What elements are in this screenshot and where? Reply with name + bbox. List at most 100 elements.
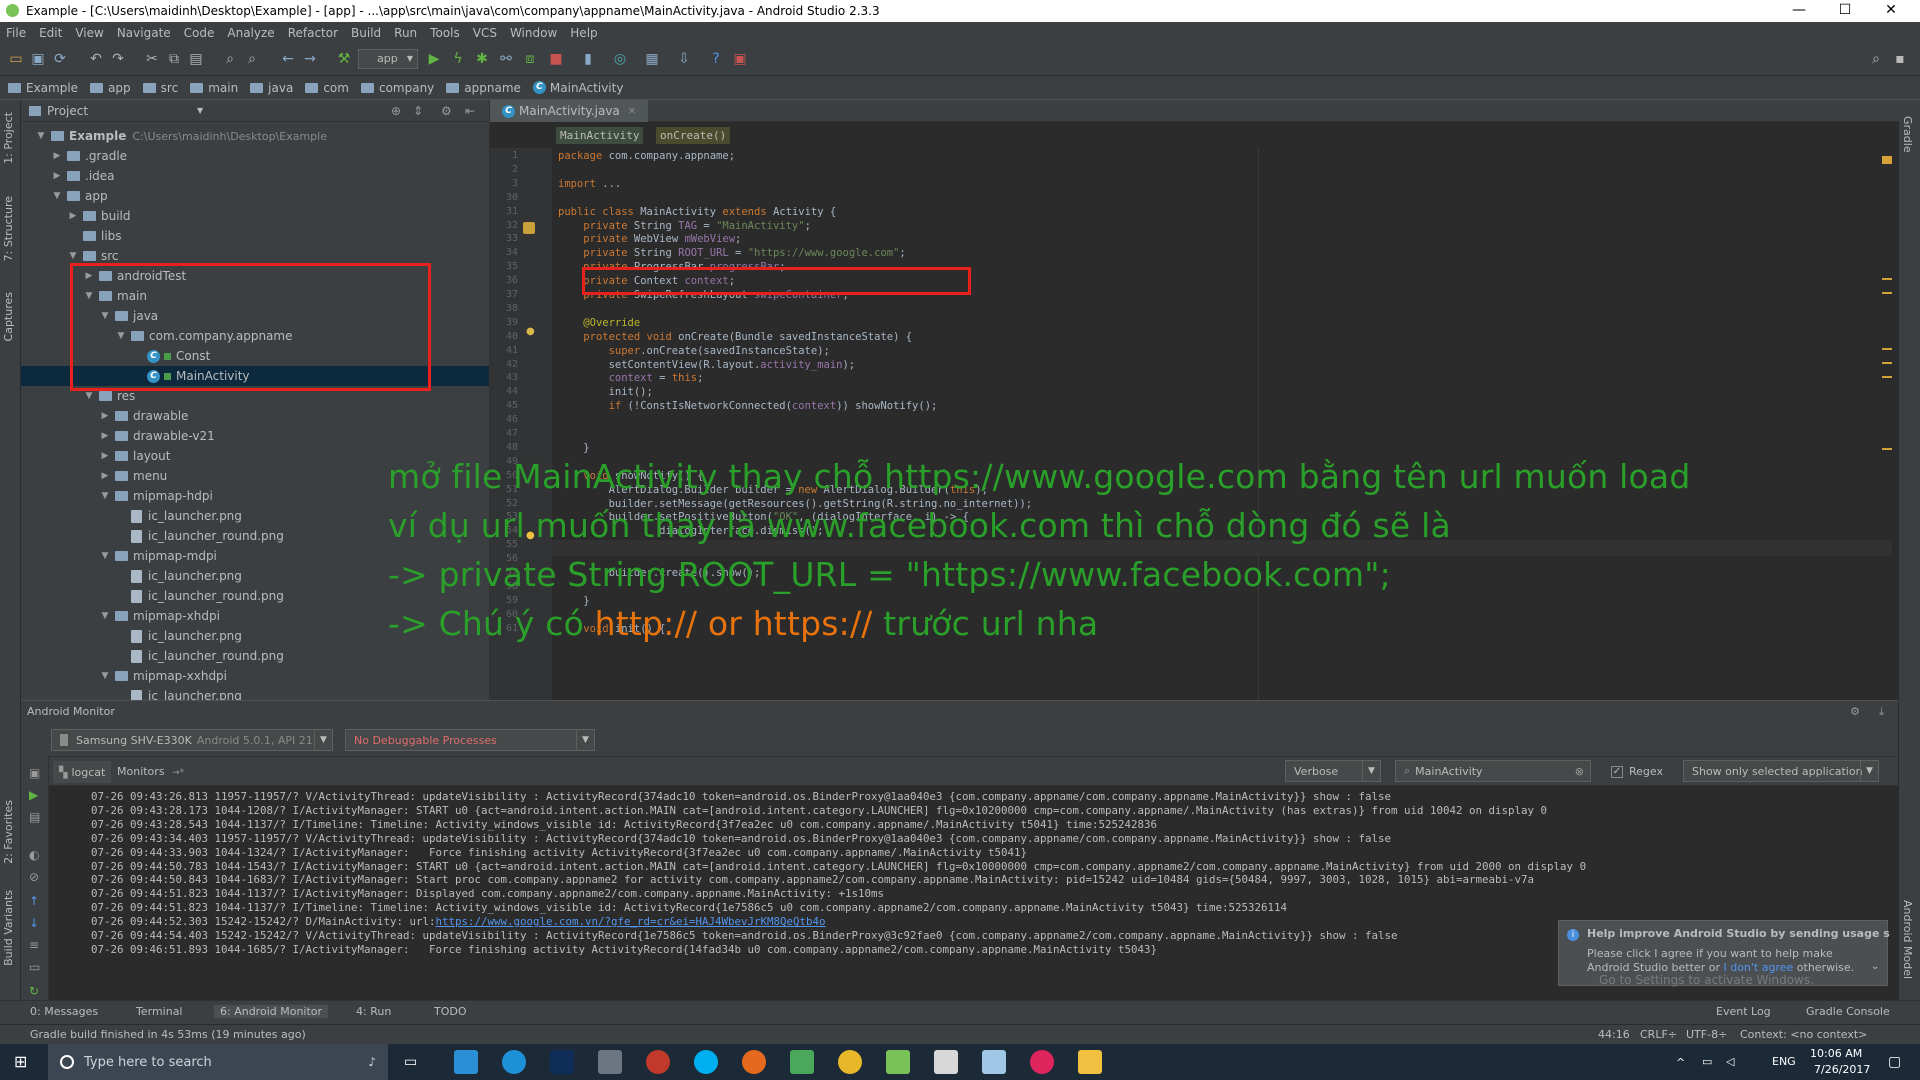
- sync-gradle-icon[interactable]: ◎: [612, 51, 628, 67]
- code-line[interactable]: public class MainActivity extends Activi…: [558, 206, 836, 218]
- tree-item[interactable]: ▼ mipmap-xxhdpi: [21, 666, 489, 686]
- menu-tools[interactable]: Tools: [430, 26, 460, 40]
- firefox-app-icon[interactable]: [742, 1050, 766, 1074]
- status-message[interactable]: Gradle build finished in 4s 53ms (19 min…: [30, 1028, 306, 1041]
- breadcrumb-java[interactable]: java: [250, 81, 293, 95]
- warning-marker[interactable]: [1882, 348, 1892, 350]
- expand-arrow-icon[interactable]: ▼: [99, 671, 111, 681]
- gear-icon[interactable]: ⚙: [1850, 705, 1860, 718]
- notepad-app-icon[interactable]: [790, 1050, 814, 1074]
- code-line[interactable]: @Override: [558, 317, 640, 329]
- log-line[interactable]: 07-26 09:44:50.843 1044-1683/? I/Activit…: [91, 873, 1534, 886]
- expand-arrow-icon[interactable]: ▶: [67, 211, 79, 221]
- copy-icon[interactable]: ⧉: [166, 51, 182, 67]
- scroll-up-icon[interactable]: ↑: [29, 894, 39, 908]
- redo-icon[interactable]: ↷: [110, 51, 126, 67]
- folder-app-icon[interactable]: [982, 1050, 1006, 1074]
- code-line[interactable]: if (!ConstIsNetworkConnected(context)) s…: [558, 400, 938, 412]
- close-button[interactable]: ✕: [1868, 0, 1914, 22]
- menu-code[interactable]: Code: [184, 26, 215, 40]
- tray-chevron-icon[interactable]: ^: [1676, 1056, 1685, 1069]
- app-filter-select[interactable]: Show only selected application ▼: [1683, 760, 1879, 782]
- menu-view[interactable]: View: [75, 26, 103, 40]
- maximize-button[interactable]: ☐: [1822, 0, 1868, 22]
- tab-event-log[interactable]: Event Log: [1716, 1005, 1771, 1018]
- menu-build[interactable]: Build: [351, 26, 381, 40]
- log-level-select[interactable]: Verbose ▼: [1285, 760, 1381, 782]
- tree-item[interactable]: ▶ drawable: [21, 406, 489, 426]
- code-line[interactable]: package com.company.appname;: [558, 150, 735, 162]
- menu-edit[interactable]: Edit: [39, 26, 62, 40]
- volume-icon[interactable]: ◁: [1726, 1055, 1734, 1068]
- profile-icon[interactable]: ⚯: [498, 51, 514, 67]
- tree-item[interactable]: ▶ build: [21, 206, 489, 226]
- log-line[interactable]: 07-26 09:44:54.403 15242-15242/? V/Activ…: [91, 929, 1398, 942]
- tab-run[interactable]: 4: Run: [356, 1005, 391, 1018]
- stop-icon[interactable]: ■: [548, 51, 564, 67]
- code-line[interactable]: private String TAG = "MainActivity";: [558, 220, 811, 232]
- warning-marker[interactable]: [1882, 292, 1892, 294]
- log-line[interactable]: 07-26 09:46:51.893 1044-1685/? I/Activit…: [91, 943, 1157, 956]
- class-marker-icon[interactable]: [523, 222, 535, 234]
- log-line[interactable]: 07-26 09:43:26.813 11957-11957/? V/Activ…: [91, 790, 1391, 803]
- run-config-select[interactable]: app ▼: [358, 49, 418, 69]
- breadcrumb-main[interactable]: main: [190, 81, 238, 95]
- warning-marker[interactable]: [1882, 362, 1892, 364]
- make-project-icon[interactable]: ⚒: [336, 51, 352, 67]
- clear-search-icon[interactable]: ⊗: [1575, 765, 1584, 778]
- file-explorer-app-icon[interactable]: [1078, 1050, 1102, 1074]
- file-encoding[interactable]: UTF-8÷: [1686, 1028, 1727, 1041]
- avd-manager-icon[interactable]: ▮: [580, 51, 596, 67]
- tree-item[interactable]: ▶ .idea: [21, 166, 489, 186]
- log-line[interactable]: 07-26 09:44:50.783 1044-1543/? I/Activit…: [91, 860, 1586, 873]
- expand-arrow-icon[interactable]: ▼: [99, 611, 111, 621]
- expand-arrow-icon[interactable]: ▼: [67, 251, 79, 261]
- warning-marker[interactable]: [1882, 448, 1892, 450]
- collapse-all-icon[interactable]: ⇕: [413, 104, 423, 118]
- chrome-app-icon[interactable]: [838, 1050, 862, 1074]
- paste-icon[interactable]: ▤: [188, 51, 204, 67]
- regex-checkbox[interactable]: ✓ Regex: [1611, 765, 1663, 778]
- language-indicator[interactable]: ENG: [1772, 1055, 1796, 1068]
- breadcrumb-src[interactable]: src: [142, 81, 178, 95]
- android-studio-app-icon[interactable]: [886, 1050, 910, 1074]
- chevron-down-icon[interactable]: ▼: [197, 106, 203, 115]
- expand-arrow-icon[interactable]: ▶: [99, 471, 111, 481]
- search-everywhere-icon[interactable]: ⌕: [1868, 51, 1884, 67]
- warning-marker[interactable]: [1882, 376, 1892, 378]
- debug-icon[interactable]: ✱: [474, 51, 490, 67]
- tree-item[interactable]: ▼ app: [21, 186, 489, 206]
- editor-crumb-method[interactable]: onCreate(): [656, 127, 731, 144]
- game-app-icon[interactable]: [646, 1050, 670, 1074]
- task-view-icon[interactable]: ▭: [404, 1054, 417, 1070]
- tree-root[interactable]: ▼ Example C:\Users\maidinh\Desktop\Examp…: [21, 126, 489, 146]
- tab-android-model[interactable]: Android Model: [1901, 900, 1914, 979]
- store-app-icon[interactable]: [454, 1050, 478, 1074]
- override-marker-icon[interactable]: ●: [526, 326, 535, 337]
- terminate-icon[interactable]: ◐: [29, 848, 39, 862]
- microphone-icon[interactable]: ♪: [368, 1055, 376, 1069]
- warning-marker[interactable]: [1882, 156, 1892, 164]
- sync-icon[interactable]: ⟳: [52, 51, 68, 67]
- log-url-link[interactable]: https://www.google.com.vn/?gfe_rd=cr&ei=…: [436, 915, 826, 928]
- tree-item[interactable]: ▶ .gradle: [21, 146, 489, 166]
- database-app-icon[interactable]: [598, 1050, 622, 1074]
- log-line[interactable]: 07-26 09:44:33.903 1044-1324/? I/Activit…: [91, 846, 1027, 859]
- log-search-input[interactable]: ⌕ MainActivity ⊗: [1395, 760, 1591, 782]
- attach-debugger-icon[interactable]: ⧈: [522, 51, 538, 67]
- clock-date[interactable]: 7/26/2017: [1814, 1063, 1870, 1076]
- gear-icon[interactable]: ⚙: [441, 104, 452, 118]
- expand-arrow-icon[interactable]: ▼: [99, 551, 111, 561]
- code-line[interactable]: setContentView(R.layout.activity_main);: [558, 359, 856, 371]
- code-line[interactable]: super.onCreate(savedInstanceState);: [558, 345, 830, 357]
- breadcrumb-example[interactable]: Example: [8, 81, 78, 95]
- menu-run[interactable]: Run: [394, 26, 417, 40]
- menu-vcs[interactable]: VCS: [473, 26, 497, 40]
- tab-logcat[interactable]: ▚ logcat: [53, 761, 112, 783]
- code-line[interactable]: private WebView mWebView;: [558, 233, 741, 245]
- user-icon[interactable]: ▪: [1892, 51, 1908, 67]
- expand-arrow-icon[interactable]: ▶: [99, 431, 111, 441]
- expand-arrow-icon[interactable]: ▼: [51, 191, 63, 201]
- back-icon[interactable]: ←: [280, 51, 296, 67]
- clock-time[interactable]: 10:06 AM: [1810, 1047, 1862, 1060]
